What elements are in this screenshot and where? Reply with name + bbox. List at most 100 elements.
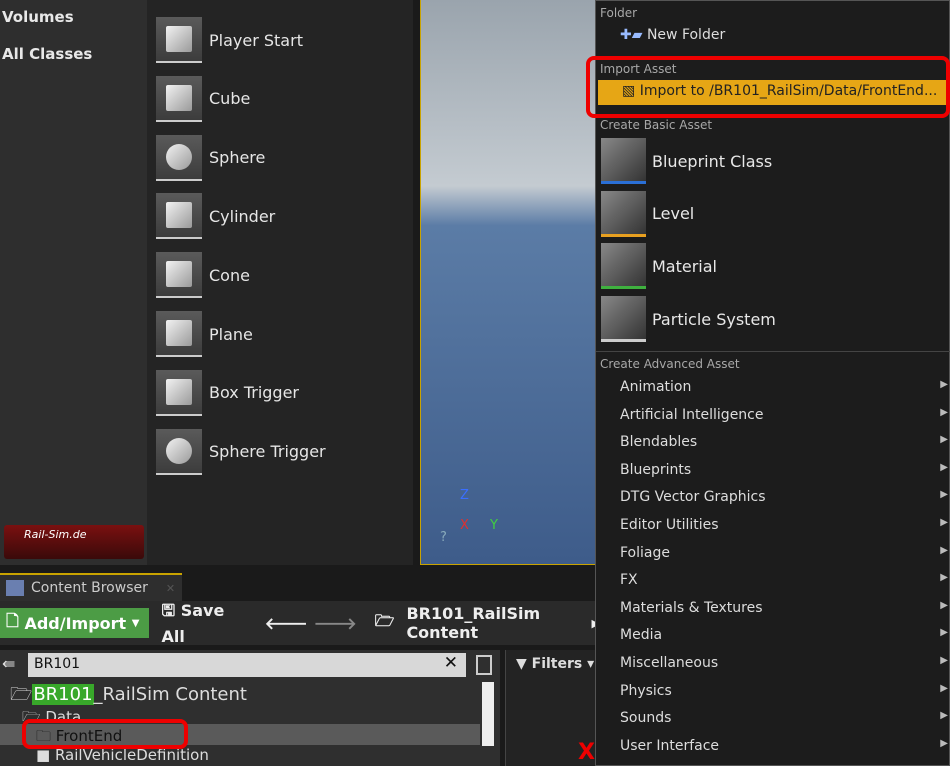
asset-icon [601, 296, 646, 343]
sphere-trigger-icon [156, 428, 202, 475]
submenu-arrow-icon: ▶ [940, 461, 948, 473]
tree-label: _RailSim Content [93, 684, 247, 705]
annotation-import [586, 56, 950, 118]
forward-button[interactable]: 🡒 [314, 613, 357, 633]
close-icon[interactable]: ✕ [166, 582, 175, 595]
viewport[interactable] [420, 0, 596, 565]
menu-advanced-item[interactable]: Materials & Textures ▶ [620, 600, 950, 616]
section-basic: Create Basic Asset [600, 118, 713, 132]
axis-y: Y [490, 518, 498, 533]
chevron-down-icon: ▼ [131, 617, 140, 629]
menu-new-folder[interactable]: ✚▰ New Folder [620, 27, 725, 43]
place-item-label: Plane [209, 324, 253, 344]
help-icon[interactable]: ? [440, 530, 447, 545]
place-item[interactable]: Player Start [156, 17, 303, 63]
menu-label: DTG Vector Graphics [620, 489, 766, 506]
collapse-tree-icon[interactable]: ⇚ [2, 654, 15, 673]
save-icon: 🖫 [161, 601, 176, 620]
menu-label: User Interface [620, 737, 720, 754]
asset-icon [601, 190, 646, 237]
menu-advanced-item[interactable]: Media ▶ [620, 627, 950, 643]
section-folder: Folder [600, 6, 638, 20]
submenu-arrow-icon: ▶ [940, 682, 948, 694]
place-item[interactable]: Cylinder [156, 193, 275, 240]
menu-label: Level [652, 204, 695, 224]
submenu-arrow-icon: ▶ [940, 737, 948, 749]
menu-advanced-item[interactable]: Physics ▶ [620, 683, 950, 699]
menu-advanced-item[interactable]: Blendables ▶ [620, 434, 950, 450]
clear-search-icon[interactable]: ✕ [444, 653, 458, 673]
player-start-icon [156, 17, 202, 63]
filters-panel: ▼ Filters ▾ X [505, 650, 600, 766]
asset-icon [601, 138, 646, 184]
scrollbar[interactable] [482, 682, 494, 746]
section-advanced: Create Advanced Asset [600, 357, 740, 371]
cylinder-icon [156, 193, 202, 240]
submenu-arrow-icon: ▶ [940, 517, 948, 528]
submenu-arrow-icon: ▶ [940, 627, 948, 639]
menu-label: Particle System [652, 309, 776, 329]
menu-advanced-item[interactable]: Miscellaneous ▶ [620, 655, 950, 671]
menu-label: Material [652, 256, 717, 276]
menu-label: Editor Utilities [620, 517, 719, 533]
asset-icon [601, 243, 646, 290]
menu-advanced-item[interactable]: DTG Vector Graphics ▶ [620, 489, 950, 505]
menu-advanced-item[interactable]: Sounds ▶ [620, 710, 950, 726]
plane-icon [156, 311, 202, 357]
place-item[interactable]: Plane [156, 311, 253, 357]
submenu-arrow-icon: ▶ [940, 599, 948, 611]
filters-button[interactable]: ▼ Filters ▾ [516, 656, 594, 672]
submenu-arrow-icon: ▶ [940, 489, 948, 501]
rail-sim-logo: Rail-Sim.de [4, 525, 144, 559]
tab-label: Content Browser [31, 580, 148, 596]
sphere-icon [156, 134, 202, 181]
menu-label: Animation [620, 379, 692, 395]
box-trigger-icon [156, 369, 202, 416]
search-match: BR101 [32, 684, 94, 705]
folder-open-icon: 🗁 [374, 610, 395, 630]
search-input[interactable]: BR101 ✕ [28, 653, 466, 677]
menu-advanced-item[interactable]: User Interface ▶ [620, 738, 950, 754]
menu-label: Miscellaneous [620, 655, 719, 671]
menu-advanced-item[interactable]: Blueprints ▶ [620, 462, 950, 478]
menu-label: Physics [620, 682, 672, 699]
submenu-arrow-icon: ▶ [940, 406, 948, 418]
back-button[interactable]: 🡐 [265, 613, 308, 633]
cube-icon [156, 75, 202, 122]
new-folder-icon: ✚▰ [620, 27, 643, 43]
category-list: Volumes All Classes Rail-Sim.de [0, 0, 147, 565]
menu-basic-asset[interactable]: Particle System [601, 295, 776, 343]
submenu-arrow-icon: ▶ [940, 434, 948, 446]
save-all-button[interactable]: 🖫 Save All [161, 600, 236, 646]
submenu-arrow-icon: ▶ [940, 710, 948, 722]
category-volumes[interactable]: Volumes [2, 8, 74, 26]
menu-label: Foliage [620, 544, 670, 561]
menu-advanced-item[interactable]: Animation ▶ [620, 379, 950, 395]
red-x-annotation: X [578, 740, 595, 765]
search-value: BR101 [34, 656, 81, 672]
menu-label: Blendables [620, 434, 698, 451]
breadcrumb-path[interactable]: BR101_RailSim Content [406, 604, 579, 642]
place-item[interactable]: Cube [156, 75, 250, 122]
menu-advanced-item[interactable]: Editor Utilities ▶ [620, 517, 950, 533]
place-item-label: Cone [209, 265, 250, 285]
place-item-label: Sphere Trigger [209, 442, 326, 462]
place-item[interactable]: Sphere [156, 134, 265, 181]
add-import-label: Add/Import [24, 613, 127, 633]
filters-label: Filters [531, 656, 583, 672]
place-item[interactable]: Box Trigger [156, 369, 299, 416]
content-browser-icon [6, 580, 24, 596]
place-item[interactable]: Cone [156, 252, 250, 299]
category-all-classes[interactable]: All Classes [2, 45, 92, 63]
view-options-icon[interactable] [476, 655, 492, 675]
place-item[interactable]: Sphere Trigger [156, 428, 326, 475]
menu-advanced-item[interactable]: Foliage ▶ [620, 545, 950, 561]
menu-advanced-item[interactable]: Artificial Intelligence ▶ [620, 407, 950, 423]
add-import-button[interactable]: 🗋 Add/Import ▼ [0, 608, 150, 638]
tab-content-browser[interactable]: Content Browser ✕ [0, 573, 182, 601]
menu-basic-asset[interactable]: Level [601, 190, 694, 238]
menu-label: New Folder [646, 27, 726, 43]
menu-basic-asset[interactable]: Material [601, 242, 717, 290]
menu-advanced-item[interactable]: FX ▶ [620, 572, 950, 588]
menu-basic-asset[interactable]: Blueprint Class [601, 137, 772, 185]
